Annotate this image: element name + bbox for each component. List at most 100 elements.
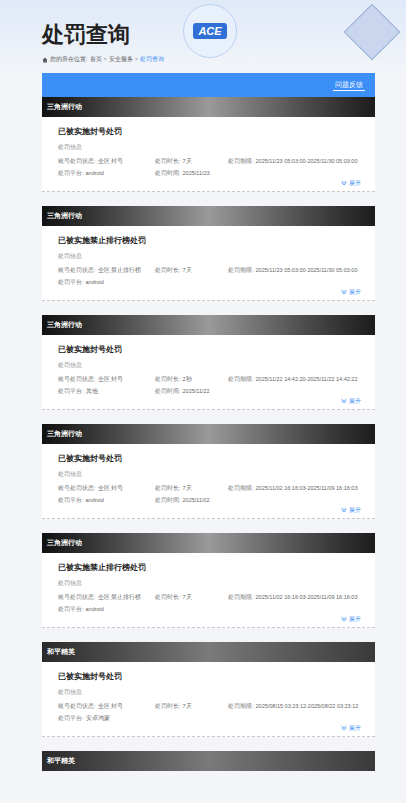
record-field: 处罚期限:2025/11/02 16:16:03-2025/11/09 16:1… bbox=[228, 593, 361, 601]
record-field: 账号处罚状态:全区 封号 bbox=[58, 702, 155, 710]
record-field: 处罚期限:2025/08/15 03:23:12-2025/08/22 03:2… bbox=[228, 702, 361, 710]
game-name: 和平精英 bbox=[47, 756, 75, 766]
game-banner: 三角洲行动 bbox=[42, 424, 375, 444]
field-label: 处罚时间: bbox=[155, 387, 181, 395]
breadcrumb-separator: > bbox=[104, 56, 107, 63]
field-value: 2025/11/23 bbox=[183, 169, 210, 177]
field-value: 7天 bbox=[183, 266, 192, 274]
chevron-down-icon bbox=[341, 507, 347, 513]
record-field: 处罚时长:7天 bbox=[155, 266, 228, 274]
record-field: 处罚时长:2秒 bbox=[155, 375, 228, 383]
field-label: 账号处罚状态: bbox=[58, 375, 96, 383]
expand-label[interactable]: 展开 bbox=[349, 288, 361, 296]
record-field: 处罚期限:2025/11/02 16:16:03-2025/11/09 16:1… bbox=[228, 484, 361, 492]
field-label: 处罚时长: bbox=[155, 157, 181, 165]
record-list: 三角洲行动已被实施封号处罚处罚信息账号处罚状态:全区 封号处罚时长:7天处罚期限… bbox=[42, 97, 375, 785]
field-value: 全区 封号 bbox=[98, 702, 124, 710]
avatar-icon[interactable] bbox=[344, 4, 401, 61]
feedback-button[interactable]: 问题反馈 bbox=[333, 80, 365, 91]
page-header: ACE处罚查询您的所在位置:首页>安全服务>处罚查询 bbox=[0, 0, 406, 73]
field-label: 处罚期限: bbox=[228, 266, 254, 274]
section-label: 处罚信息 bbox=[58, 361, 361, 369]
record-field: 账号处罚状态:全区 禁止排行榜 bbox=[58, 593, 155, 601]
expand-link[interactable]: 展开 bbox=[341, 288, 361, 296]
field-label: 处罚时长: bbox=[155, 266, 181, 274]
record-field: 处罚期限:2025/11/22 14:42:20-2025/11/22 14:4… bbox=[228, 375, 361, 383]
breadcrumb-separator: > bbox=[135, 56, 138, 63]
record-body: 已被实施禁止排行榜处罚处罚信息账号处罚状态:全区 禁止排行榜处罚时长:7天处罚期… bbox=[42, 226, 375, 301]
field-label: 处罚时间: bbox=[155, 169, 181, 177]
field-value: 2025/11/23 05:03:00-2025/11/30 05:03:00 bbox=[256, 266, 358, 274]
expand-link[interactable]: 展开 bbox=[341, 397, 361, 405]
field-label: 处罚期限: bbox=[228, 484, 254, 492]
record-body: 已被实施封号处罚处罚信息账号处罚状态:全区 封号处罚时长:7天处罚期限:2025… bbox=[42, 117, 375, 192]
record-field: 账号处罚状态:全区 封号 bbox=[58, 484, 155, 492]
record-card: 三角洲行动已被实施禁止排行榜处罚处罚信息账号处罚状态:全区 禁止排行榜处罚时长:… bbox=[42, 206, 375, 301]
record-field: 处罚时间:2025/11/22 bbox=[155, 387, 228, 395]
field-value: 全区 封号 bbox=[98, 484, 124, 492]
toolbar: 问题反馈 bbox=[42, 73, 375, 97]
record-fields: 账号处罚状态:全区 禁止排行榜处罚时长:7天处罚期限:2025/11/02 16… bbox=[58, 593, 361, 613]
chevron-down-icon bbox=[341, 616, 347, 622]
game-name: 三角洲行动 bbox=[47, 211, 82, 221]
expand-label[interactable]: 展开 bbox=[349, 179, 361, 187]
field-value: 2025/11/02 bbox=[183, 496, 210, 504]
chevron-down-icon bbox=[341, 725, 347, 731]
section-label: 处罚信息 bbox=[58, 252, 361, 260]
chevron-down-icon bbox=[341, 289, 347, 295]
field-value: 2025/11/22 bbox=[183, 387, 210, 395]
field-value: android bbox=[86, 605, 104, 613]
ace-logo-badge: ACE bbox=[193, 23, 226, 39]
record-field: 处罚平台:android bbox=[58, 278, 155, 286]
expand-label[interactable]: 展开 bbox=[349, 506, 361, 514]
record-body: 已被实施封号处罚处罚信息账号处罚状态:全区 封号处罚时长:2秒处罚期限:2025… bbox=[42, 335, 375, 410]
expand-link[interactable]: 展开 bbox=[341, 615, 361, 623]
field-label: 处罚平台: bbox=[58, 387, 84, 395]
record-field: 处罚平台:android bbox=[58, 169, 155, 177]
expand-link[interactable]: 展开 bbox=[341, 506, 361, 514]
record-field: 处罚时长:7天 bbox=[155, 702, 228, 710]
record-card: 和平精英 bbox=[42, 751, 375, 771]
section-label: 处罚信息 bbox=[58, 688, 361, 696]
record-field: 处罚时长:7天 bbox=[155, 484, 228, 492]
record-title: 已被实施封号处罚 bbox=[58, 127, 361, 137]
game-banner: 和平精英 bbox=[42, 751, 375, 771]
record-fields: 账号处罚状态:全区 封号处罚时长:7天处罚期限:2025/08/15 03:23… bbox=[58, 702, 361, 722]
chevron-down-icon bbox=[341, 180, 347, 186]
record-field: 处罚平台:其他 bbox=[58, 387, 155, 395]
expand-label[interactable]: 展开 bbox=[349, 724, 361, 732]
field-value: android bbox=[86, 496, 104, 504]
field-label: 处罚平台: bbox=[58, 496, 84, 504]
section-label: 处罚信息 bbox=[58, 579, 361, 587]
field-value: 7天 bbox=[183, 157, 192, 165]
breadcrumb-item[interactable]: 安全服务 bbox=[109, 56, 133, 63]
field-value: 2025/11/02 16:16:03-2025/11/09 16:16:03 bbox=[256, 593, 358, 601]
field-label: 账号处罚状态: bbox=[58, 157, 96, 165]
record-fields: 账号处罚状态:全区 封号处罚时长:7天处罚期限:2025/11/23 05:03… bbox=[58, 157, 361, 177]
record-card: 三角洲行动已被实施封号处罚处罚信息账号处罚状态:全区 封号处罚时长:2秒处罚期限… bbox=[42, 315, 375, 410]
expand-label[interactable]: 展开 bbox=[349, 397, 361, 405]
game-banner: 三角洲行动 bbox=[42, 97, 375, 117]
field-value: android bbox=[86, 169, 104, 177]
breadcrumb-item[interactable]: 处罚查询 bbox=[140, 56, 164, 63]
record-fields: 账号处罚状态:全区 禁止排行榜处罚时长:7天处罚期限:2025/11/23 05… bbox=[58, 266, 361, 286]
field-value: 2025/11/02 16:16:03-2025/11/09 16:16:03 bbox=[256, 484, 358, 492]
field-value: 安卓鸿蒙 bbox=[86, 714, 110, 722]
expand-link[interactable]: 展开 bbox=[341, 724, 361, 732]
expand-label[interactable]: 展开 bbox=[349, 615, 361, 623]
breadcrumb: 您的所在位置:首页>安全服务>处罚查询 bbox=[42, 56, 406, 63]
breadcrumb-item[interactable]: 首页 bbox=[90, 56, 102, 63]
field-label: 处罚期限: bbox=[228, 157, 254, 165]
field-value: 2025/08/15 03:23:12-2025/08/22 03:23:12 bbox=[256, 702, 359, 710]
ace-logo: ACE bbox=[183, 4, 237, 58]
game-banner: 三角洲行动 bbox=[42, 206, 375, 226]
record-field: 账号处罚状态:全区 封号 bbox=[58, 157, 155, 165]
record-field: 处罚时间:2025/11/02 bbox=[155, 496, 228, 504]
section-label: 处罚信息 bbox=[58, 470, 361, 478]
title-area: 处罚查询您的所在位置:首页>安全服务>处罚查询 bbox=[0, 0, 406, 63]
record-card: 三角洲行动已被实施禁止排行榜处罚处罚信息账号处罚状态:全区 禁止排行榜处罚时长:… bbox=[42, 533, 375, 628]
expand-link[interactable]: 展开 bbox=[341, 179, 361, 187]
field-label: 处罚平台: bbox=[58, 714, 84, 722]
record-title: 已被实施封号处罚 bbox=[58, 672, 361, 682]
field-label: 账号处罚状态: bbox=[58, 484, 96, 492]
